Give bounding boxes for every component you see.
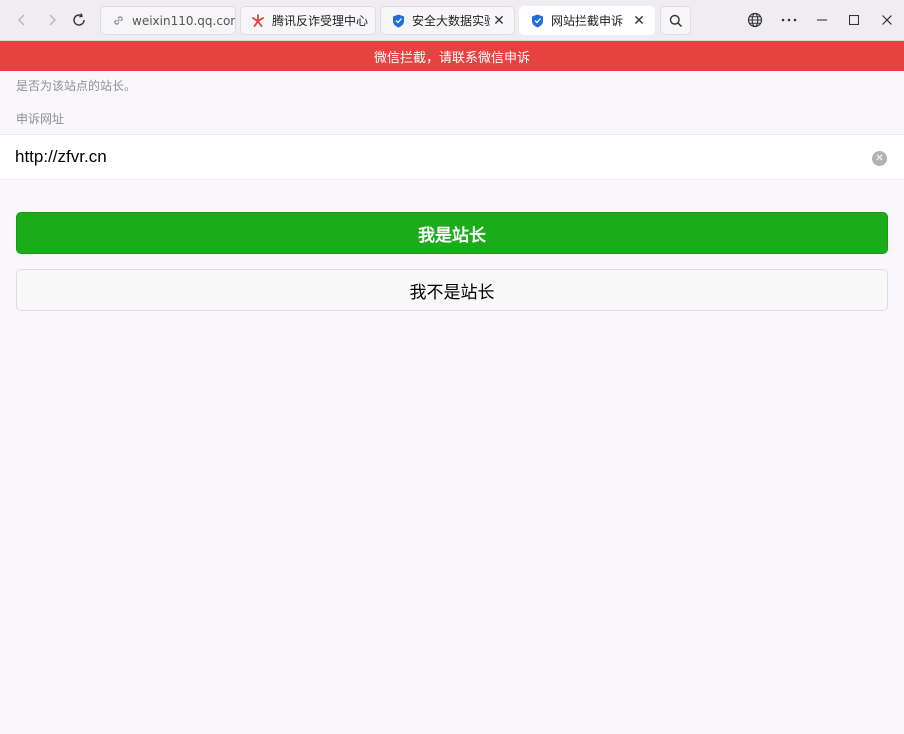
tab-antifraud-center[interactable]: 腾讯反诈受理中心 [240, 6, 376, 35]
appeal-url-input[interactable] [15, 145, 855, 169]
reload-icon [73, 13, 85, 26]
not-webmaster-button[interactable]: 我不是站长 [16, 269, 888, 311]
back-button[interactable] [8, 6, 36, 34]
tab-site-appeal[interactable]: 网站拦截申诉 ✕ [519, 6, 655, 35]
maximize-button[interactable] [840, 6, 868, 34]
shield-icon [391, 14, 405, 28]
tab-security-bigdata[interactable]: 安全大数据实验 ✕ [380, 6, 515, 35]
tab-label: 腾讯反诈受理中心 [272, 14, 369, 28]
tab-close-icon[interactable]: ✕ [490, 13, 508, 29]
tab-weixin110[interactable]: weixin110.qq.com [100, 6, 236, 35]
tencent-antifraud-icon [251, 13, 265, 28]
forward-button[interactable] [38, 6, 66, 34]
browser-toolbar: weixin110.qq.com 腾讯反诈受理中心 安全大数据实验 ✕ 网站拦截… [0, 0, 904, 41]
search-tabs-button[interactable] [660, 6, 691, 35]
minimize-icon [817, 19, 827, 21]
more-dots-icon [781, 18, 797, 22]
warning-banner: 微信拦截，请联系微信申诉 [0, 41, 904, 71]
close-window-button[interactable] [873, 6, 901, 34]
i-am-webmaster-button[interactable]: 我是站长 [16, 212, 888, 254]
appeal-url-label: 申诉网址 [16, 112, 65, 126]
more-menu-button[interactable] [775, 6, 803, 34]
shield-icon [530, 14, 544, 28]
maximize-icon [849, 15, 859, 25]
tab-label: 网站拦截申诉 [551, 14, 624, 28]
link-icon [111, 14, 125, 28]
forward-arrow-icon [49, 14, 56, 26]
close-icon [882, 15, 892, 25]
minimize-button[interactable] [808, 6, 836, 34]
appeal-url-row [0, 134, 904, 180]
tab-label: 安全大数据实验 [412, 14, 490, 28]
back-arrow-icon [18, 14, 25, 26]
globe-icon [747, 12, 763, 28]
webmaster-question: 是否为该站点的站长。 [16, 79, 137, 93]
language-button[interactable] [741, 6, 769, 34]
reload-button[interactable] [65, 6, 93, 34]
clear-input-icon[interactable]: ✕ [872, 151, 887, 166]
search-icon [669, 14, 682, 27]
tab-close-icon[interactable]: ✕ [630, 13, 648, 29]
tab-label: weixin110.qq.com [132, 13, 235, 28]
